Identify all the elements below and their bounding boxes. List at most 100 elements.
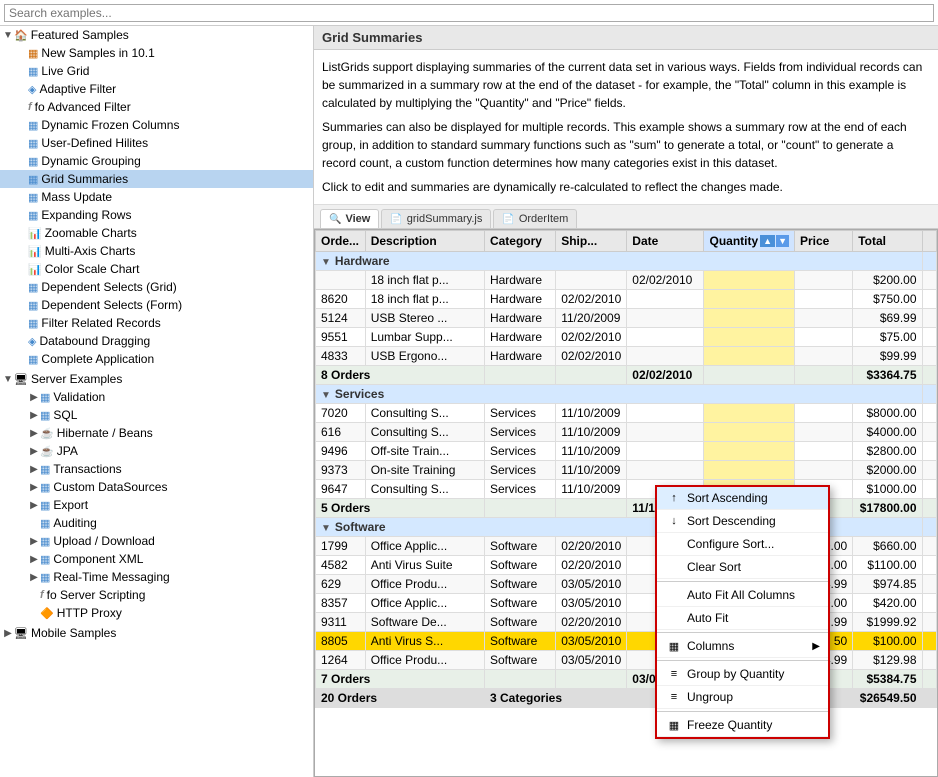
- sidebar-item-jpa[interactable]: ▶ ☕ JPA: [0, 442, 313, 460]
- cell-desc[interactable]: Consulting S...: [365, 423, 484, 442]
- col-header-desc[interactable]: Description: [365, 231, 484, 252]
- cell-desc[interactable]: USB Ergono...: [365, 347, 484, 366]
- sidebar-item-adaptive-filter[interactable]: ▶ ◈ Adaptive Filter: [0, 80, 313, 98]
- sidebar-item-transactions[interactable]: ▶ ▦ Transactions: [0, 460, 313, 478]
- sidebar-item-databound-drag[interactable]: ▶ ◈ Databound Dragging: [0, 332, 313, 350]
- sidebar-item-realtime-msg[interactable]: ▶ ▦ Real-Time Messaging: [0, 568, 313, 586]
- table-row[interactable]: 1264 Office Produ... Software 03/05/2010…: [316, 651, 937, 670]
- menu-item-ungroup[interactable]: ≡ Ungroup: [657, 686, 828, 709]
- sidebar-item-upload-download[interactable]: ▶ ▦ Upload / Download: [0, 532, 313, 550]
- table-row[interactable]: 8357 Office Applic... Software 03/05/201…: [316, 594, 937, 613]
- group-header-hardware[interactable]: ▼Hardware: [316, 252, 937, 271]
- table-row[interactable]: 616 Consulting S... Services 11/10/2009 …: [316, 423, 937, 442]
- cell-desc[interactable]: Consulting S...: [365, 480, 484, 499]
- menu-item-sort-asc[interactable]: ↑ Sort Ascending: [657, 487, 828, 510]
- cell-desc[interactable]: Office Produ...: [365, 651, 484, 670]
- menu-item-freeze-qty[interactable]: ▦ Freeze Quantity: [657, 714, 828, 737]
- table-row[interactable]: 9373 On-site Training Services 11/10/200…: [316, 461, 937, 480]
- menu-item-auto-fit[interactable]: Auto Fit: [657, 607, 828, 630]
- table-row[interactable]: 9647 Consulting S... Services 11/10/2009…: [316, 480, 937, 499]
- group-header-services[interactable]: ▼Services: [316, 385, 937, 404]
- search-input[interactable]: [4, 4, 934, 22]
- table-row[interactable]: 9496 Off-site Train... Services 11/10/20…: [316, 442, 937, 461]
- col-header-ship[interactable]: Ship...: [556, 231, 627, 252]
- cell-desc[interactable]: Office Produ...: [365, 575, 484, 594]
- sidebar-item-advanced-filter[interactable]: ▶ f fo Advanced Filter: [0, 98, 313, 116]
- sidebar-item-multi-axis[interactable]: ▶ 📊 Multi-Axis Charts: [0, 242, 313, 260]
- col-header-total[interactable]: Total: [853, 231, 922, 252]
- table-row[interactable]: 18 inch flat p... Hardware 02/02/2010 $2…: [316, 271, 937, 290]
- table-row[interactable]: 8620 18 inch flat p... Hardware 02/02/20…: [316, 290, 937, 309]
- group-expander-services[interactable]: ▼: [321, 390, 331, 401]
- sidebar-item-dep-selects-form[interactable]: ▶ ▦ Dependent Selects (Form): [0, 296, 313, 314]
- sidebar-item-validation[interactable]: ▶ ▦ Validation: [0, 388, 313, 406]
- sidebar-item-dep-selects-grid[interactable]: ▶ ▦ Dependent Selects (Grid): [0, 278, 313, 296]
- menu-item-sort-desc[interactable]: ↓ Sort Descending: [657, 510, 828, 533]
- table-row[interactable]: 7020 Consulting S... Services 11/10/2009…: [316, 404, 937, 423]
- sidebar-item-custom-ds[interactable]: ▶ ▦ Custom DataSources: [0, 478, 313, 496]
- expander-server[interactable]: ▼: [2, 374, 14, 385]
- table-row-highlighted[interactable]: 8805 Anti Virus S... Software 03/05/2010…: [316, 632, 937, 651]
- menu-item-configure-sort[interactable]: Configure Sort...: [657, 533, 828, 556]
- group-expander-software[interactable]: ▼: [321, 523, 331, 534]
- sidebar-item-expanding-rows[interactable]: ▶ ▦ Expanding Rows: [0, 206, 313, 224]
- table-row[interactable]: 1799 Office Applic... Software 02/20/201…: [316, 537, 937, 556]
- sidebar-item-zoomable-charts[interactable]: ▶ 📊 Zoomable Charts: [0, 224, 313, 242]
- sidebar-item-new-samples[interactable]: ▶ ▦ New Samples in 10.1: [0, 44, 313, 62]
- sidebar-section-featured[interactable]: ▼ 🏠 Featured Samples: [0, 26, 313, 44]
- tab-orderitem[interactable]: 📄 OrderItem: [493, 209, 577, 228]
- col-header-qty[interactable]: Quantity ▲ ▼: [704, 231, 795, 252]
- tab-view[interactable]: 🔍 View: [320, 209, 379, 228]
- sidebar-item-user-hilites[interactable]: ▶ ▦ User-Defined Hilites: [0, 134, 313, 152]
- sidebar-item-live-grid[interactable]: ▶ ▦ Live Grid: [0, 62, 313, 80]
- menu-item-columns[interactable]: ▦ Columns ▶: [657, 635, 828, 658]
- table-row[interactable]: 9551 Lumbar Supp... Hardware 02/02/2010 …: [316, 328, 937, 347]
- cell-desc[interactable]: Consulting S...: [365, 404, 484, 423]
- sidebar-item-component-xml[interactable]: ▶ ▦ Component XML: [0, 550, 313, 568]
- col-header-cat[interactable]: Category: [484, 231, 555, 252]
- qty-dropdown-btn[interactable]: ▼: [776, 235, 789, 247]
- cell-desc[interactable]: USB Stereo ...: [365, 309, 484, 328]
- cell-desc[interactable]: Anti Virus Suite: [365, 556, 484, 575]
- grid-container[interactable]: Orde... Description Category Ship... Dat…: [315, 230, 937, 776]
- sidebar-item-mass-update[interactable]: ▶ ▦ Mass Update: [0, 188, 313, 206]
- sidebar-item-dynamic-grouping[interactable]: ▶ ▦ Dynamic Grouping: [0, 152, 313, 170]
- sidebar-item-auditing[interactable]: ▶ ▦ Auditing: [0, 514, 313, 532]
- cell-desc[interactable]: Office Applic...: [365, 594, 484, 613]
- group-header-software[interactable]: ▼Software: [316, 518, 937, 537]
- qty-sort-asc-btn[interactable]: ▲: [760, 235, 775, 247]
- table-row[interactable]: 4582 Anti Virus Suite Software 02/20/201…: [316, 556, 937, 575]
- sidebar-item-complete-app[interactable]: ▶ ▦ Complete Application: [0, 350, 313, 368]
- sidebar-section-server[interactable]: ▼ 🖥 Server Examples: [0, 370, 313, 388]
- cell-desc[interactable]: Software De...: [365, 613, 484, 632]
- sidebar-section-mobile[interactable]: ▶ 🖥 Mobile Samples: [0, 624, 313, 642]
- sidebar-item-export[interactable]: ▶ ▦ Export: [0, 496, 313, 514]
- tab-gridsummaryjs[interactable]: 📄 gridSummary.js: [381, 209, 491, 228]
- cell-desc[interactable]: Anti Virus S...: [365, 632, 484, 651]
- sidebar-item-hibernate[interactable]: ▶ ☕ Hibernate / Beans: [0, 424, 313, 442]
- expander-mobile[interactable]: ▶: [2, 628, 14, 639]
- col-header-date[interactable]: Date: [627, 231, 704, 252]
- menu-item-auto-fit-all[interactable]: Auto Fit All Columns: [657, 584, 828, 607]
- cell-desc[interactable]: Off-site Train...: [365, 442, 484, 461]
- cell-desc[interactable]: On-site Training: [365, 461, 484, 480]
- group-expander-hardware[interactable]: ▼: [321, 257, 331, 268]
- cell-desc[interactable]: 18 inch flat p...: [365, 271, 484, 290]
- sidebar-item-grid-summaries[interactable]: ▶ ▦ Grid Summaries: [0, 170, 313, 188]
- table-row[interactable]: 629 Office Produ... Software 03/05/2010 …: [316, 575, 937, 594]
- sidebar-item-http-proxy[interactable]: ▶ 🔶 HTTP Proxy: [0, 604, 313, 622]
- sidebar-item-filter-related[interactable]: ▶ ▦ Filter Related Records: [0, 314, 313, 332]
- sidebar-item-color-scale[interactable]: ▶ 📊 Color Scale Chart: [0, 260, 313, 278]
- expander-featured[interactable]: ▼: [2, 30, 14, 41]
- sidebar-item-dynamic-frozen[interactable]: ▶ ▦ Dynamic Frozen Columns: [0, 116, 313, 134]
- cell-desc[interactable]: 18 inch flat p...: [365, 290, 484, 309]
- cell-desc[interactable]: Lumbar Supp...: [365, 328, 484, 347]
- col-header-price[interactable]: Price: [795, 231, 853, 252]
- menu-item-group-by-qty[interactable]: ≡ Group by Quantity: [657, 663, 828, 686]
- col-header-order[interactable]: Orde...: [316, 231, 366, 252]
- table-row[interactable]: 5124 USB Stereo ... Hardware 11/20/2009 …: [316, 309, 937, 328]
- table-row[interactable]: 9311 Software De... Software 02/20/2010 …: [316, 613, 937, 632]
- table-row[interactable]: 4833 USB Ergono... Hardware 02/02/2010 $…: [316, 347, 937, 366]
- sidebar-item-server-scripting[interactable]: ▶ f fo Server Scripting: [0, 586, 313, 604]
- cell-desc[interactable]: Office Applic...: [365, 537, 484, 556]
